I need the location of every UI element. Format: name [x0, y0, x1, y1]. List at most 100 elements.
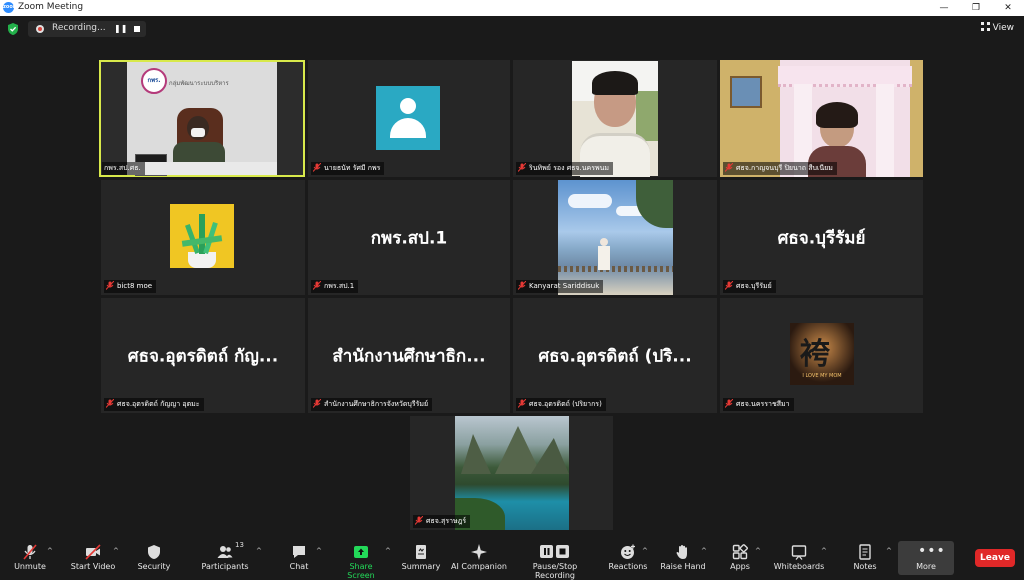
video-options-caret-icon[interactable]: ^	[113, 547, 119, 555]
pause-recording-button[interactable]: ❚❚	[114, 24, 127, 34]
participant-tile[interactable]: กพร. กลุ่มพัฒนาระบบบริหาร กพร.สป.ศธ.	[99, 60, 305, 177]
participant-tile[interactable]: bict8 moe	[101, 180, 305, 295]
maximize-button[interactable]: ❐	[964, 1, 988, 15]
notes-icon	[859, 544, 871, 560]
audio-options-caret-icon[interactable]: ^	[47, 547, 53, 555]
beach-video-feed	[558, 180, 673, 295]
raise-hand-caret-icon[interactable]: ^	[701, 547, 707, 555]
mountain-video-feed	[455, 416, 569, 530]
notes-button[interactable]: Notes	[848, 541, 882, 575]
face-mask	[191, 128, 205, 137]
view-button[interactable]: View	[980, 22, 1014, 33]
share-screen-button[interactable]: Share Screen	[335, 541, 387, 580]
participant-display-name: ศธจ.อุตรดิตถ์ (ปริ...	[538, 346, 692, 366]
more-button[interactable]: ••• More	[898, 541, 954, 575]
default-avatar-icon	[376, 86, 440, 150]
muted-mic-icon	[106, 399, 114, 408]
apps-caret-icon[interactable]: ^	[755, 547, 761, 555]
muted-mic-icon	[106, 281, 114, 290]
chat-bubble-icon	[293, 546, 305, 558]
muted-mic-icon	[518, 163, 526, 172]
participant-name: ศธจ.อุตรดิตถ์ (ปริยากร)	[516, 398, 606, 411]
window-title-bar: zoom Zoom Meeting — ❐ ✕	[0, 0, 1024, 16]
summary-button[interactable]: Summary	[401, 541, 441, 575]
participant-tile[interactable]: ศธจ.บุรีรัมย์ ศธจ.บุรีรัมย์	[720, 180, 923, 295]
chat-caret-icon[interactable]: ^	[316, 547, 322, 555]
raise-hand-button[interactable]: Raise Hand	[660, 541, 706, 575]
meeting-top-bar: Recording... ❚❚ View	[0, 16, 1024, 42]
minimize-button[interactable]: —	[932, 1, 956, 15]
view-label: View	[992, 23, 1014, 33]
video-off-icon	[85, 544, 101, 560]
muted-mic-icon	[313, 163, 321, 172]
window-title: Zoom Meeting	[18, 2, 84, 12]
office-sign: กลุ่มพัฒนาระบบบริหาร	[169, 80, 229, 87]
participant-display-name: สำนักงานศึกษาธิก...	[332, 346, 486, 366]
participant-name: ศธจ.สุราษฎร์	[413, 515, 471, 528]
grid-view-icon	[980, 22, 990, 31]
unmute-button[interactable]: Unmute	[8, 541, 52, 575]
pause-stop-recording-button[interactable]: Pause/Stop Recording	[512, 541, 598, 580]
participant-tile[interactable]: ศธจ.กาญจนบุรี ปิยนาถ สืบเนียม	[720, 60, 923, 177]
stop-recording-button[interactable]	[132, 24, 142, 34]
office-video-feed: กพร. กลุ่มพัฒนาระบบบริหาร	[127, 62, 277, 176]
participant-name: สำนักงานศึกษาธิการจังหวัดบุรีรัมย์	[311, 398, 433, 411]
participant-tile[interactable]: กพร.สป.1 กพร.สป.1	[308, 180, 510, 295]
participant-name: กพร.สป.ศธ.	[102, 162, 145, 175]
muted-mic-icon	[313, 399, 321, 408]
participant-display-name: ศธจ.อุตรดิตถ์ กัญ...	[127, 346, 279, 366]
participants-count: 13	[235, 541, 244, 549]
participants-icon	[217, 546, 233, 558]
muted-mic-icon	[518, 399, 526, 408]
poster-caption: I LOVE MY MOM	[802, 373, 842, 379]
participant-name: รินทิพย์ รอง ศธจ.นครพนม	[516, 162, 613, 175]
recording-indicator: Recording... ❚❚	[28, 21, 146, 37]
recording-status: Recording...	[52, 23, 106, 33]
pause-stop-icon	[539, 544, 571, 560]
muted-mic-icon	[23, 544, 37, 560]
zoom-logo-icon: zoom	[3, 2, 18, 13]
participant-tile[interactable]: สำนักงานศึกษาธิก... สำนักงานศึกษาธิการจั…	[308, 298, 510, 413]
chat-button[interactable]: Chat	[282, 541, 316, 575]
share-caret-icon[interactable]: ^	[385, 547, 391, 555]
whiteboard-icon	[791, 545, 807, 560]
desk	[127, 162, 277, 175]
more-dots-icon: •••	[918, 543, 946, 559]
leave-button[interactable]: Leave	[975, 549, 1015, 567]
notes-caret-icon[interactable]: ^	[886, 547, 892, 555]
reactions-caret-icon[interactable]: ^	[642, 547, 648, 555]
start-video-button[interactable]: Start Video	[68, 541, 118, 575]
participant-name: ศธจ.บุรีรัมย์	[723, 280, 776, 293]
ai-companion-button[interactable]: AI Companion	[450, 541, 508, 575]
muted-mic-icon	[725, 399, 733, 408]
participant-name: กพร.สป.1	[311, 280, 359, 293]
apps-icon	[732, 544, 748, 560]
recording-dot-icon	[36, 25, 44, 33]
participant-display-name: ศธจ.บุรีรัมย์	[777, 228, 866, 248]
participant-name: Kanyarat Sariddisuk	[516, 280, 604, 293]
summary-icon	[416, 545, 426, 559]
participant-name: นายธนัท รัศมี กพร	[311, 162, 385, 175]
participant-name: ศธจ.อุตรดิตถ์ กัญญา อุตมะ	[104, 398, 204, 411]
participants-caret-icon[interactable]: ^	[256, 547, 262, 555]
participant-tile[interactable]: ศธจ.อุตรดิตถ์ กัญ... ศธจ.อุตรดิตถ์ กัญญา…	[101, 298, 305, 413]
encryption-shield-icon[interactable]	[6, 22, 20, 36]
participant-tile[interactable]: 袴 I LOVE MY MOM ศธจ.นครราชสีมา	[720, 298, 923, 413]
apps-button[interactable]: Apps	[724, 541, 756, 575]
room-video-feed	[720, 60, 923, 177]
security-button[interactable]: Security	[134, 541, 174, 575]
participant-name: ศธจ.นครราชสีมา	[723, 398, 794, 411]
whiteboards-button[interactable]: Whiteboards	[772, 541, 826, 575]
participant-tile[interactable]: รินทิพย์ รอง ศธจ.นครพนม	[513, 60, 717, 177]
share-screen-icon	[354, 546, 368, 558]
smiley-icon	[621, 544, 635, 559]
muted-mic-icon	[518, 281, 526, 290]
whiteboards-caret-icon[interactable]: ^	[821, 547, 827, 555]
poster-profile-image: 袴 I LOVE MY MOM	[790, 323, 854, 385]
close-button[interactable]: ✕	[996, 1, 1020, 15]
participant-name: ศธจ.กาญจนบุรี ปิยนาถ สืบเนียม	[723, 162, 837, 175]
participant-tile[interactable]: ศธจ.สุราษฎร์	[410, 416, 613, 530]
participant-tile[interactable]: นายธนัท รัศมี กพร	[308, 60, 510, 177]
participant-tile[interactable]: Kanyarat Sariddisuk	[513, 180, 717, 295]
participant-tile[interactable]: ศธจ.อุตรดิตถ์ (ปริ... ศธจ.อุตรดิตถ์ (ปริ…	[513, 298, 717, 413]
